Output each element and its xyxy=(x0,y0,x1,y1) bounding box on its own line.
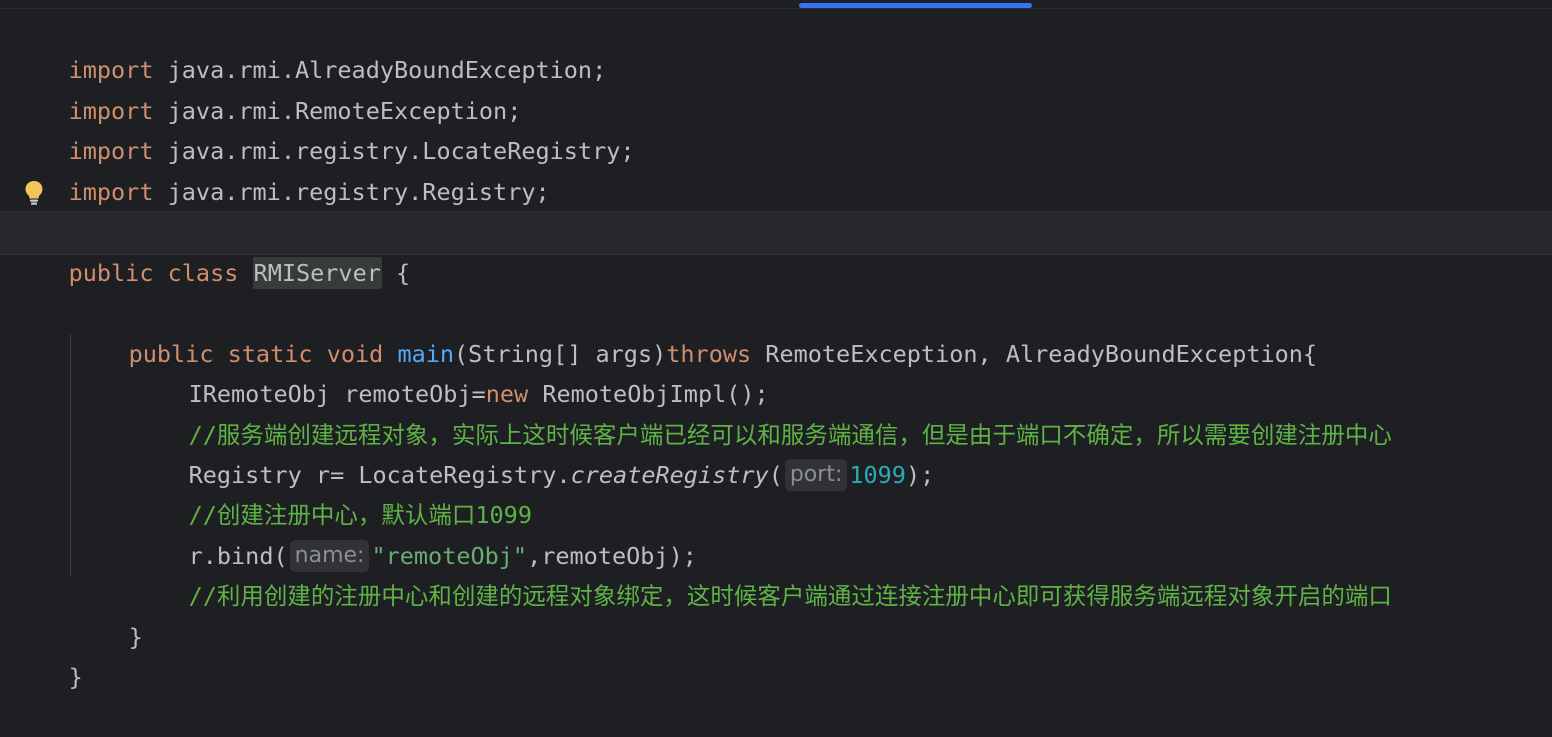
code-line-14[interactable]: //利用创建的注册中心和创建的远程对象绑定，这时候客户端通过连接注册中心即可获得… xyxy=(132,536,1392,610)
import-path: java.rmi.registry.Registry; xyxy=(153,178,550,206)
keyword-class: class xyxy=(167,259,239,287)
close-brace: } xyxy=(68,663,83,691)
code-comment: //利用创建的注册中心和创建的远程对象绑定，这时候客户端通过连接注册中心即可获得… xyxy=(188,582,1392,610)
code-line-13[interactable]: r.bind(name: "remoteObj",remoteObj); xyxy=(132,496,697,572)
number-literal: 1099 xyxy=(849,461,906,489)
code-line-6[interactable]: public class RMIServer { xyxy=(12,213,410,289)
code-line-1[interactable]: import java.rmi.AlreadyBoundException; xyxy=(12,10,607,84)
open-paren: ( xyxy=(768,461,783,489)
code-line-15[interactable]: } xyxy=(72,577,143,651)
code-line-12[interactable]: //创建注册中心，默认端口1099 xyxy=(132,455,532,529)
code-line-11[interactable]: Registry r= LocateRegistry.createRegistr… xyxy=(132,415,934,491)
code-line-16[interactable]: } xyxy=(12,617,83,691)
parameter-hint-port: port: xyxy=(784,458,848,491)
code-line-2[interactable]: import java.rmi.RemoteException; xyxy=(12,51,522,125)
code-line-8[interactable]: public static void main(String[] args)th… xyxy=(72,294,1318,368)
exception-list: RemoteException, AlreadyBoundException{ xyxy=(751,340,1318,368)
editor-top-border xyxy=(0,8,1552,9)
lightbulb-intention-icon[interactable] xyxy=(24,180,44,206)
static-method-call: createRegistry xyxy=(570,461,769,489)
keyword-import: import xyxy=(68,178,154,206)
keyword-public: public xyxy=(68,259,154,287)
open-brace: { xyxy=(381,259,411,287)
close-brace: } xyxy=(128,623,143,651)
close-paren: ); xyxy=(905,461,935,489)
code-line-10[interactable]: //服务端创建远程对象，实际上这时候客户端已经可以和服务端通信，但是由于端口不确… xyxy=(132,375,1392,449)
indent-guide xyxy=(70,334,71,576)
class-name-highlighted[interactable]: RMIServer xyxy=(252,257,382,289)
code-editor[interactable]: import java.rmi.AlreadyBoundException; i… xyxy=(0,0,1552,691)
code-line-3[interactable]: import java.rmi.registry.LocateRegistry; xyxy=(12,91,635,165)
code-line-4[interactable]: import java.rmi.registry.Registry; xyxy=(12,132,550,206)
code-line-9[interactable]: IRemoteObj remoteObj=new RemoteObjImpl()… xyxy=(132,334,769,408)
